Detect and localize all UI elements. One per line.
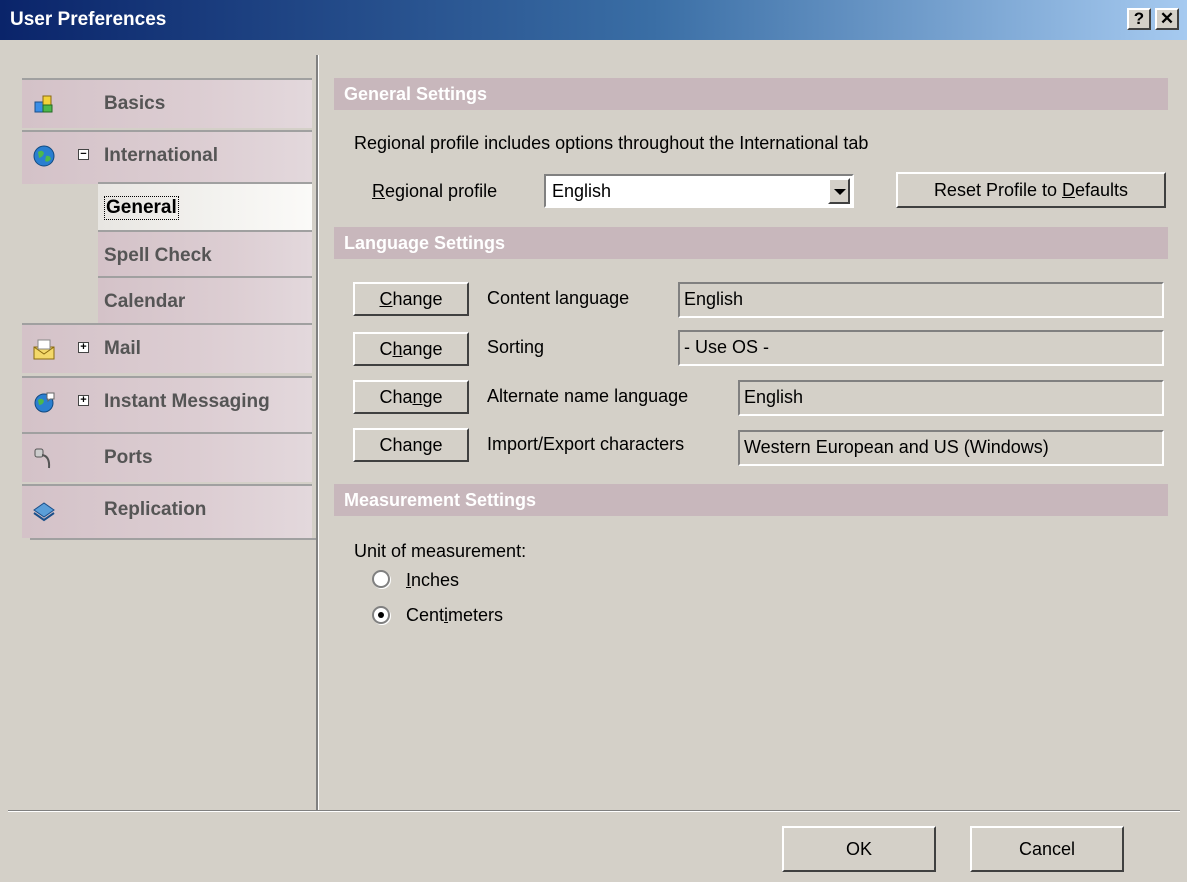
nav-label-replication: Replication	[104, 499, 207, 520]
import-export-characters-field: Western European and US (Windows)	[738, 430, 1164, 466]
nav-label-calendar: Calendar	[104, 291, 186, 312]
nav-item-calendar[interactable]: Calendar	[98, 276, 312, 326]
regional-profile-label: Regional profile	[372, 181, 498, 201]
nav-item-general[interactable]: General	[98, 182, 312, 232]
nav-label-basics: Basics	[104, 93, 166, 114]
nav-item-spell-check[interactable]: Spell Check	[98, 230, 312, 280]
general-settings-header: General Settings	[334, 78, 1168, 110]
nav-label-ports: Ports	[104, 447, 153, 468]
nav-label-general: General	[104, 196, 179, 220]
inches-label[interactable]: Inches	[406, 570, 459, 591]
nav-item-ports[interactable]: Ports	[22, 432, 312, 482]
nav-label-spell-check: Spell Check	[104, 245, 212, 266]
title-bar[interactable]: User Preferences ? ✕	[0, 0, 1187, 40]
replication-icon	[33, 502, 55, 522]
nav-item-mail[interactable]: + Mail	[22, 323, 312, 373]
nav-item-replication[interactable]: Replication	[22, 484, 312, 538]
mail-icon	[33, 339, 55, 360]
nav-label-instant-messaging: Instant Messaging	[104, 391, 270, 412]
basics-icon	[34, 95, 53, 113]
instant-messaging-icon	[34, 392, 55, 413]
sorting-label: Sorting	[487, 337, 545, 357]
sorting-field: - Use OS -	[678, 330, 1164, 366]
change-import-export-characters-button[interactable]: Change	[353, 428, 469, 462]
regional-profile-value: English	[552, 181, 612, 201]
measurement-settings-header: Measurement Settings	[334, 484, 1168, 516]
centimeters-radio[interactable]	[372, 606, 390, 624]
change-sorting-button[interactable]: Change	[353, 332, 469, 366]
import-export-characters-label: Import/Export characters	[487, 434, 685, 454]
help-button[interactable]: ?	[1127, 8, 1151, 30]
ports-icon	[34, 448, 51, 469]
footer-divider	[8, 810, 1180, 812]
nav-item-basics[interactable]: Basics	[22, 78, 312, 128]
globe-icon	[33, 145, 55, 167]
nav-bottom-divider	[30, 538, 318, 540]
panel-divider	[316, 55, 319, 810]
content-language-label: Content language	[487, 288, 630, 308]
reset-profile-button[interactable]: Reset Profile to Defaults	[896, 172, 1166, 208]
nav-item-international[interactable]: − International	[22, 130, 312, 184]
nav-label-international: International	[104, 145, 219, 166]
close-button[interactable]: ✕	[1155, 8, 1179, 30]
content-language-field: English	[678, 282, 1164, 318]
regional-profile-dropdown[interactable]: English	[544, 174, 854, 208]
expand-instant-messaging-toggle[interactable]: +	[78, 395, 89, 406]
unit-of-measurement-label: Unit of measurement:	[354, 541, 527, 561]
window-title: User Preferences	[10, 9, 167, 30]
inches-radio[interactable]	[372, 570, 390, 588]
expand-mail-toggle[interactable]: +	[78, 342, 89, 353]
change-content-language-button[interactable]: Change	[353, 282, 469, 316]
alternate-name-language-label: Alternate name language	[487, 386, 689, 406]
ok-button[interactable]: OK	[782, 826, 936, 872]
change-alternate-name-language-button[interactable]: Change	[353, 380, 469, 414]
collapse-international-toggle[interactable]: −	[78, 149, 89, 160]
centimeters-label[interactable]: Centimeters	[406, 605, 503, 626]
regional-profile-description: Regional profile includes options throug…	[354, 133, 869, 153]
nav-item-instant-messaging[interactable]: + Instant Messaging	[22, 376, 312, 432]
language-settings-header: Language Settings	[334, 227, 1168, 259]
nav-label-mail: Mail	[104, 338, 141, 359]
alternate-name-language-field: English	[738, 380, 1164, 416]
cancel-button[interactable]: Cancel	[970, 826, 1124, 872]
dropdown-arrow-icon[interactable]	[828, 178, 850, 204]
